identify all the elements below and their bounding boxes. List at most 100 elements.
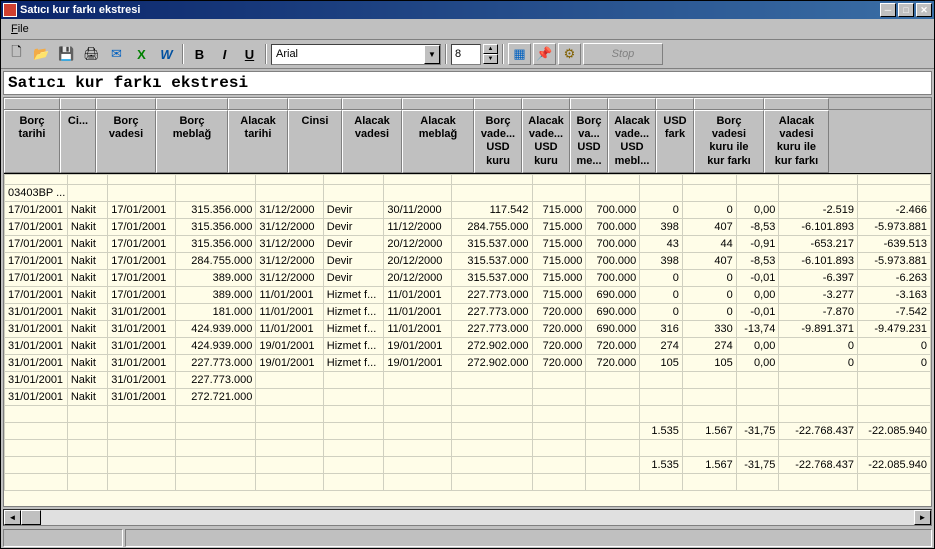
cell [451,184,532,201]
grid-icon[interactable]: ▦ [508,43,531,65]
scroll-thumb[interactable] [21,510,41,525]
size-input[interactable] [452,48,480,60]
cell: 0,00 [736,201,779,218]
column-header[interactable]: Borç vade... USD kuru [474,110,522,173]
table-row[interactable]: 31/01/2001Nakit31/01/2001181.00011/01/20… [5,303,931,320]
column-header[interactable]: Alacak meblağ [402,110,474,173]
cell: 272.902.000 [451,337,532,354]
scroll-right-button[interactable]: ► [914,510,931,525]
cell: -9.479.231 [857,320,930,337]
cell: Hizmet f... [323,303,384,320]
table-row[interactable] [5,405,931,422]
cell: 31/01/2001 [5,388,68,405]
column-header[interactable]: Borç meblağ [156,110,228,173]
cell: 0 [682,269,736,286]
scroll-track[interactable] [21,510,914,525]
table-row[interactable]: 31/01/2001Nakit31/01/2001424.939.00019/0… [5,337,931,354]
open-icon[interactable]: 📂 [30,43,53,65]
cell [736,174,779,184]
cell: 31/12/2000 [256,218,323,235]
toolbar-separator [445,44,447,64]
italic-icon[interactable]: I [213,43,236,65]
save-icon[interactable]: 💾 [55,43,78,65]
cell: 227.773.000 [451,286,532,303]
cell: -22.085.940 [857,456,930,473]
cell: -2.466 [857,201,930,218]
cell: 17/01/2001 [5,286,68,303]
table-row[interactable]: 03403BP ... [5,184,931,201]
cell [586,174,640,184]
cell: Devir [323,218,384,235]
table-row[interactable] [5,174,931,184]
cell: 227.773.000 [451,303,532,320]
table-row[interactable]: 17/01/2001Nakit17/01/2001315.356.00031/1… [5,235,931,252]
column-header[interactable]: Borç va... USD me... [570,110,608,173]
column-header[interactable]: Alacak vadesi [342,110,402,173]
cell: 720.000 [586,337,640,354]
table-row[interactable]: 17/01/2001Nakit17/01/2001284.755.00031/1… [5,252,931,269]
report-title: Satıcı kur farkı ekstresi [3,71,932,95]
table-row[interactable]: 17/01/2001Nakit17/01/2001315.356.00031/1… [5,218,931,235]
table-row[interactable]: 31/01/2001Nakit31/01/2001424.939.00011/0… [5,320,931,337]
cell [532,371,586,388]
maximize-button[interactable]: □ [898,3,914,17]
font-combo[interactable]: ▼ [271,44,441,65]
table-row[interactable]: 31/01/2001Nakit31/01/2001272.721.000 [5,388,931,405]
table-row[interactable]: 1.5351.567-31,75-22.768.437-22.085.940 [5,422,931,439]
cell: 31/12/2000 [256,269,323,286]
column-header[interactable]: Alacak vadesi kuru ile kur farkı [764,110,829,173]
column-header[interactable]: Ci... [60,110,96,173]
mail-icon[interactable]: ✉ [105,43,128,65]
column-header[interactable]: Alacak tarihi [228,110,288,173]
table-row[interactable]: 17/01/2001Nakit17/01/2001389.00031/12/20… [5,269,931,286]
print-icon[interactable]: 🖨 [80,43,103,65]
column-header[interactable]: Cinsi [288,110,342,173]
toolbar: 🗋 📂 💾 🖨 ✉ X W B I U ▼ ▲ ▼ ▦ 📌 ⚙ Stop [1,40,934,69]
cell: 17/01/2001 [108,286,175,303]
column-header[interactable]: Alacak vade... USD mebl... [608,110,656,173]
close-button[interactable]: ✕ [916,3,932,17]
cell [323,174,384,184]
menu-file[interactable]: File [5,21,35,37]
cell [736,388,779,405]
grid-body: 03403BP ...17/01/2001Nakit17/01/2001315.… [4,174,931,506]
bold-icon[interactable]: B [188,43,211,65]
scroll-left-button[interactable]: ◄ [4,510,21,525]
column-header[interactable]: Borç vadesi [96,110,156,173]
column-header[interactable]: Borç vadesi kuru ile kur farkı [694,110,764,173]
tool-icon[interactable]: ⚙ [558,43,581,65]
size-down-button[interactable]: ▼ [483,54,498,64]
new-icon[interactable]: 🗋 [5,43,28,65]
cell: 31/01/2001 [108,320,175,337]
size-up-button[interactable]: ▲ [483,44,498,54]
cell [451,422,532,439]
cell [5,473,68,490]
table-row[interactable] [5,473,931,490]
pin-icon[interactable]: 📌 [533,43,556,65]
word-icon[interactable]: W [155,43,178,65]
underline-icon[interactable]: U [238,43,261,65]
horizontal-scrollbar[interactable]: ◄ ► [3,509,932,526]
table-row[interactable] [5,439,931,456]
cell: 715.000 [532,286,586,303]
table-row[interactable]: 1.5351.567-31,75-22.768.437-22.085.940 [5,456,931,473]
cell: 17/01/2001 [108,269,175,286]
table-row[interactable]: 31/01/2001Nakit31/01/2001227.773.00019/0… [5,354,931,371]
cell [323,184,384,201]
minimize-button[interactable]: ─ [880,3,896,17]
excel-icon[interactable]: X [130,43,153,65]
table-row[interactable]: 31/01/2001Nakit31/01/2001227.773.000 [5,371,931,388]
font-dropdown-icon[interactable]: ▼ [424,45,440,64]
cell: -6.101.893 [779,252,858,269]
column-header[interactable]: Alacak vade... USD kuru [522,110,570,173]
cell: 407 [682,218,736,235]
font-input[interactable] [272,48,424,60]
table-row[interactable]: 17/01/2001Nakit17/01/2001389.00011/01/20… [5,286,931,303]
cell: 11/01/2001 [384,303,451,320]
cell: 31/01/2001 [108,371,175,388]
table-row[interactable]: 17/01/2001Nakit17/01/2001315.356.00031/1… [5,201,931,218]
column-header[interactable]: Borç tarihi [4,110,60,173]
column-header[interactable]: USD fark [656,110,694,173]
cell [384,388,451,405]
cell [586,184,640,201]
